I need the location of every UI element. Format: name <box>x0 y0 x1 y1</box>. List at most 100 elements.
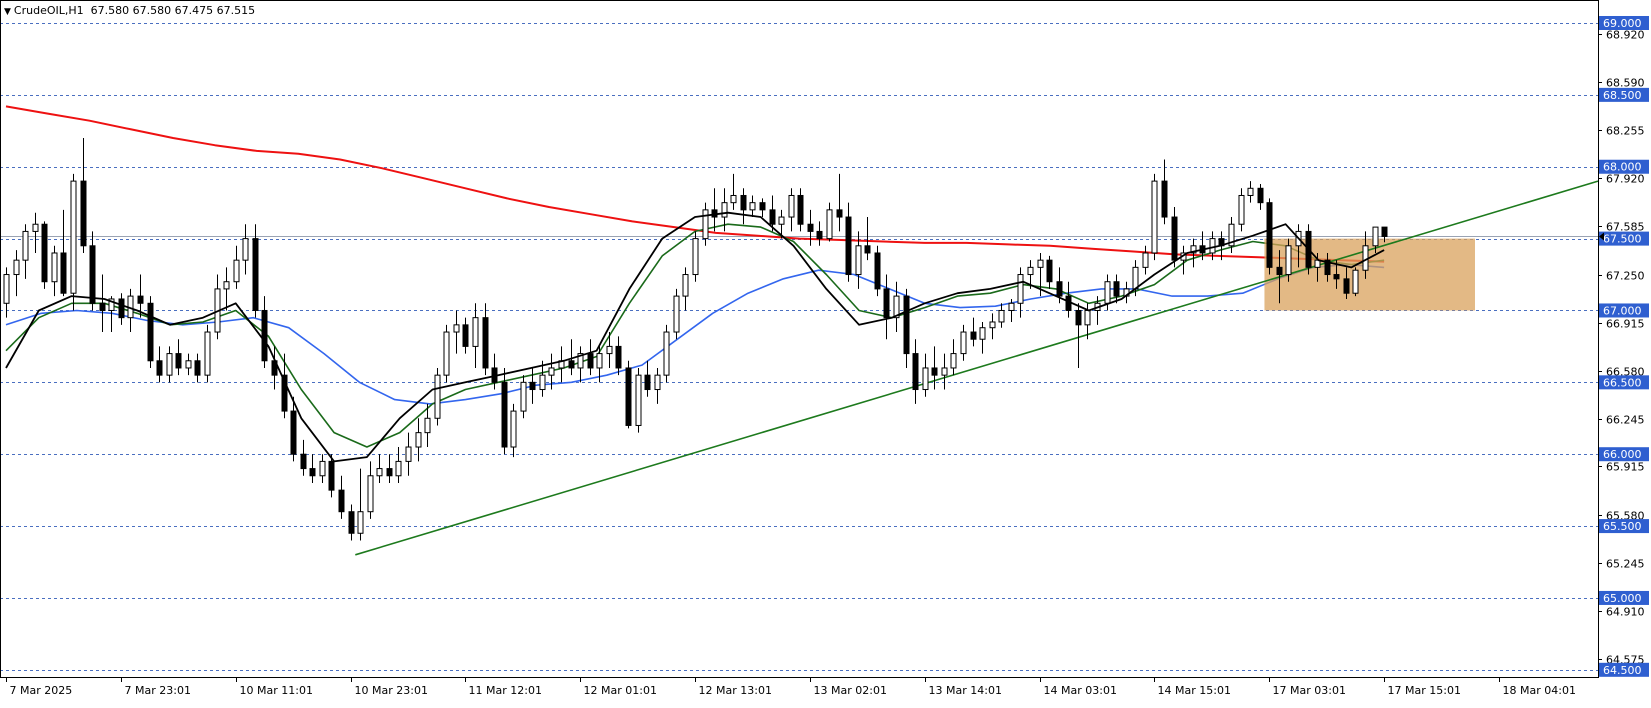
level-badge-label: 67.500 <box>1603 233 1642 246</box>
x-tick-label: 13 Mar 02:01 <box>814 684 887 697</box>
candle-body-bear <box>759 202 766 211</box>
candle-body-bear <box>644 374 651 391</box>
candle-body-bear <box>1046 259 1053 283</box>
candle-body-bull <box>319 460 326 477</box>
candle-body-bull <box>51 252 58 283</box>
candle-body-bull <box>539 374 546 391</box>
candle-body-bear <box>175 353 182 369</box>
candle-body-bull <box>233 259 240 283</box>
x-tick-label: 7 Mar 2025 <box>10 684 73 697</box>
candle-body-bull <box>998 309 1005 323</box>
candle-body-bear <box>912 353 919 391</box>
candle-body-bear <box>89 245 96 304</box>
candle-body-bear <box>1343 278 1350 294</box>
candle-body-bear <box>300 453 307 470</box>
level-badge: 66.500 <box>1599 375 1649 390</box>
candle-body-bull <box>472 317 479 347</box>
candle-body-bull <box>950 353 957 369</box>
level-badge: 68.500 <box>1599 87 1649 102</box>
candle <box>41 221 48 289</box>
candle-body-bear <box>769 209 776 225</box>
candle-body-bear <box>874 252 881 290</box>
price-chart[interactable]: 68.920 68.590 68.255 67.920 67.585 67.250 66.9… <box>0 0 1651 708</box>
candle-body-bull <box>185 360 192 369</box>
candle-body-bull <box>1132 266 1139 290</box>
candle-body-bull <box>166 353 173 376</box>
candle-body-bull <box>721 202 728 218</box>
candle-body-bull <box>405 446 412 462</box>
symbol-label: CrudeOIL,H1 <box>13 4 84 17</box>
candle-body-bull <box>443 331 450 376</box>
candle-body-bear <box>156 360 163 376</box>
menu-arrow-icon[interactable]: ▼ <box>4 7 11 17</box>
level-badge: 65.500 <box>1599 519 1649 534</box>
candle-body-bear <box>328 460 335 491</box>
candle-body-bear <box>1381 226 1388 237</box>
candle-body-bull <box>663 331 670 376</box>
x-tick-label: 12 Mar 13:01 <box>699 684 772 697</box>
candle-body-bear <box>615 345 622 369</box>
candle-body-bull <box>1008 302 1015 311</box>
candle-body-bull <box>960 331 967 355</box>
y-tick-label: 67.250 <box>1606 270 1645 283</box>
candle-body-bull <box>1084 309 1091 326</box>
x-tick-label: 17 Mar 15:01 <box>1388 684 1461 697</box>
candle <box>1266 198 1273 275</box>
candle <box>443 324 450 383</box>
candle-body-bear <box>501 381 508 448</box>
candle-body-bear <box>1276 266 1283 276</box>
candle-body-bull <box>70 180 77 294</box>
candle-body-bull <box>826 209 833 240</box>
candle-body-bear <box>99 302 106 311</box>
level-badge-label: 66.000 <box>1603 448 1642 461</box>
candle <box>874 245 881 297</box>
candle-body-bull <box>1247 187 1254 196</box>
candle-body-bear <box>80 180 87 247</box>
candle-body-bull <box>395 460 402 477</box>
level-badge-label: 66.500 <box>1603 376 1642 389</box>
candle-body-bear <box>60 252 67 294</box>
level-badge-label: 65.500 <box>1603 520 1642 533</box>
candle-body-bear <box>137 295 144 304</box>
candle-body-bull <box>941 367 948 376</box>
candle <box>147 296 154 368</box>
candle <box>673 288 680 340</box>
candle-body-bear <box>338 489 345 513</box>
candle-body-bear <box>386 468 393 477</box>
candle-body-bull <box>32 223 39 232</box>
x-tick-label: 14 Mar 03:01 <box>1044 684 1117 697</box>
candle-body-bull <box>654 374 661 391</box>
candle-body-bear <box>740 194 747 211</box>
candle <box>1352 267 1359 297</box>
candle-body-bear <box>625 367 632 426</box>
x-tick-label: 7 Mar 23:01 <box>125 684 191 697</box>
candle-body-bull <box>204 331 211 376</box>
candle-body-bull <box>1352 269 1359 294</box>
candle-body-bull <box>1027 266 1034 276</box>
candle <box>204 324 211 383</box>
level-badge: 64.500 <box>1599 662 1649 677</box>
candle-body-bull <box>749 202 756 211</box>
candle <box>663 324 670 383</box>
level-badge: 67.500 <box>1599 231 1649 246</box>
candle-body-bear <box>568 360 575 369</box>
x-tick-label: 13 Mar 14:01 <box>929 684 1002 697</box>
candle-body-bull <box>855 245 862 276</box>
candle-body-bear <box>864 245 871 254</box>
candle <box>434 367 441 426</box>
candle <box>252 224 259 318</box>
level-badge: 69.000 <box>1599 15 1649 30</box>
candle-body-bull <box>979 327 986 340</box>
candle-body-bull <box>1238 194 1245 225</box>
candle-body-bear <box>970 331 977 340</box>
candle-body-bear <box>462 324 469 347</box>
candle-body-bull <box>1285 245 1292 276</box>
candle-body-bear <box>797 194 804 225</box>
candle-body-bull <box>3 274 10 304</box>
level-badge: 68.000 <box>1599 159 1649 174</box>
candle <box>1151 173 1158 261</box>
candle-body-bull <box>788 194 795 218</box>
level-badge-label: 64.500 <box>1603 664 1642 677</box>
candle <box>635 367 642 433</box>
level-badge-label: 69.000 <box>1603 17 1642 30</box>
